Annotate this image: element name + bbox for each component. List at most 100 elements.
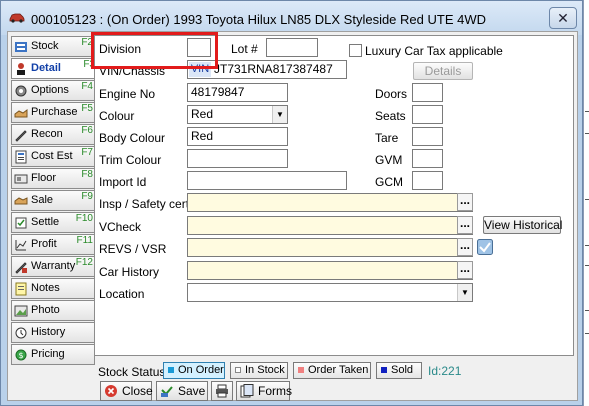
doors-field[interactable] [412,83,443,102]
stock-status-label: Stock Status [98,365,166,379]
tab-floor[interactable]: Floor F8 [11,168,95,189]
chevron-down-icon[interactable]: ▼ [457,284,472,301]
tab-label: Purchase [31,106,78,118]
body-colour-field[interactable]: Red [187,127,288,146]
lot-number-field[interactable] [266,38,318,57]
gcm-field[interactable] [412,171,443,190]
tab-label: Photo [31,304,60,316]
tab-label: Stock [31,40,59,52]
tab-settle[interactable]: Settle F10 [11,212,95,233]
tab-detail[interactable]: Detail F3 [11,58,97,79]
tab-photo[interactable]: Photo [11,300,95,321]
car-icon [9,13,25,23]
tare-label: Tare [375,131,399,145]
detail-icon [17,63,25,75]
tab-shortcut: F12 [75,257,93,268]
tab-label: Notes [31,282,60,294]
tab-notes[interactable]: Notes [11,278,95,299]
window-close-button[interactable]: ✕ [549,7,577,29]
vehicle-record-window: 000105123 : (On Order) 1993 Toyota Hilux… [0,0,583,406]
insp-safety-cert-field[interactable] [187,193,473,212]
vcheck-label: VCheck [99,220,142,234]
history-icon [15,327,27,339]
revs-browse-button[interactable]: ... [457,238,473,256]
title-bar[interactable]: 000105123 : (On Order) 1993 Toyota Hilux… [1,1,582,35]
tab-recon[interactable]: Recon F6 [11,124,95,145]
window-client-area: Stock F2 Detail F3 Options F4 Purchase F… [7,31,578,401]
insp-browse-button[interactable]: ... [457,193,473,211]
division-highlight-box [91,32,218,69]
location-select[interactable]: ▼ [187,283,473,302]
tab-label: Profit [31,238,57,250]
verify-check-icon[interactable] [477,239,493,255]
tab-history[interactable]: History [11,322,95,343]
tab-label: Settle [31,216,60,228]
gcm-label: GCM [375,175,403,189]
close-icon [105,385,117,397]
in-stock-swatch [235,367,241,373]
status-on-order-button[interactable]: On Order [163,362,225,379]
svg-text:$: $ [19,351,24,360]
tab-label: History [31,326,66,338]
tab-pricing[interactable]: $ Pricing [11,344,95,365]
import-id-field[interactable] [187,171,347,190]
order-taken-swatch [298,367,304,373]
details-button[interactable]: Details [413,62,473,80]
save-button[interactable]: Save [156,381,208,401]
status-order-taken-button[interactable]: Order Taken [293,362,371,379]
close-button-label: Close [122,384,153,398]
warranty-icon [15,262,27,274]
tab-stock[interactable]: Stock F2 [11,36,95,57]
vcheck-field[interactable] [187,216,473,235]
tab-label: Detail [31,62,61,74]
stock-icon [15,42,27,52]
tab-shortcut: F4 [81,81,93,92]
trim-colour-field[interactable] [187,149,288,168]
tab-warranty[interactable]: Warranty F12 [11,256,95,277]
forms-button[interactable]: Forms [236,381,292,401]
tab-shortcut: F7 [81,147,93,158]
tab-purchase[interactable]: Purchase F5 [11,102,95,123]
photo-icon [14,305,28,317]
tab-sale[interactable]: Sale F9 [11,190,95,211]
colour-label: Colour [99,109,135,123]
car-history-browse-button[interactable]: ... [457,261,473,279]
tab-shortcut: F5 [81,103,93,114]
close-button[interactable]: Close [100,381,153,401]
status-in-stock-button[interactable]: In Stock [230,362,288,379]
tab-options[interactable]: Options F4 [11,80,95,101]
tab-profit[interactable]: Profit F11 [11,234,95,255]
seats-field[interactable] [412,105,443,124]
colour-select[interactable]: Red ▼ [187,105,288,124]
sold-swatch [381,367,387,373]
cost-est-icon [15,150,27,164]
forms-button-label: Forms [258,384,292,398]
detail-panel: Division Lot # Luxury Car Tax applicable… [94,35,574,356]
chevron-down-icon[interactable]: ▼ [272,106,287,123]
gvm-field[interactable] [412,149,443,168]
status-sold-button[interactable]: Sold [376,362,422,379]
purchase-icon [14,109,28,118]
gvm-label: GVM [375,153,403,167]
tab-cost-est[interactable]: Cost Est F7 [11,146,95,167]
tab-shortcut: F6 [81,125,93,136]
doors-label: Doors [375,87,408,101]
recon-icon [15,130,27,142]
colour-value: Red [191,107,214,121]
view-historical-button[interactable]: View Historical [483,216,562,234]
save-icon [161,386,173,397]
status-option-label: On Order [178,364,224,376]
luxury-car-tax-checkbox[interactable] [349,44,362,57]
forms-icon [240,384,254,398]
revs-vsr-field[interactable] [187,238,473,257]
insp-safety-cert-label: Insp / Safety cert [99,197,190,211]
engine-no-field[interactable]: 48179847 [187,83,288,102]
vcheck-browse-button[interactable]: ... [457,216,473,234]
print-button[interactable] [211,381,233,401]
status-option-label: In Stock [245,364,285,376]
tare-field[interactable] [412,127,443,146]
status-option-label: Sold [391,364,414,376]
tab-label: Recon [31,128,63,140]
tab-label: Options [31,84,69,96]
car-history-field[interactable] [187,261,473,280]
